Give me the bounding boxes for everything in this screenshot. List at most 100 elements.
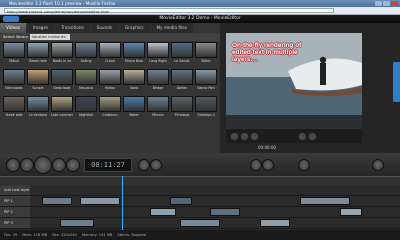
address-bar: http://www.cinecut.com/demo/moviemovieed… [0, 7, 400, 15]
media-thumbnail[interactable] [123, 96, 145, 112]
library-select[interactable]: Vacation memories [30, 34, 70, 40]
minimize-button[interactable] [375, 1, 382, 6]
undo-button[interactable] [250, 159, 262, 171]
thumbnail-label: La Ventana [28, 113, 48, 117]
media-thumbnail[interactable] [3, 96, 25, 112]
media-thumbnail[interactable] [123, 69, 145, 85]
timecode-display: 00:11:27 [84, 158, 132, 172]
window-title: Movieeditor 3.2 flash 10.1 preview - Moz… [9, 1, 116, 6]
status-mode: Memory: 141 MB [81, 233, 113, 237]
thumbnail-label: La Sendit [174, 59, 190, 63]
media-thumbnail[interactable] [147, 69, 169, 85]
media-thumbnail[interactable] [51, 69, 73, 85]
media-thumbnail[interactable] [27, 69, 49, 85]
thumbnail-label: Mitsui [9, 59, 19, 63]
thumbnail-label: Nice boats [5, 86, 23, 90]
play-pause-button[interactable] [34, 156, 52, 174]
close-button[interactable] [391, 1, 398, 6]
timeline-clip[interactable] [60, 219, 94, 227]
status-mem: Mem: 128 MB [22, 233, 48, 237]
media-thumbnail[interactable] [171, 42, 193, 58]
track-label: PIP 2 [0, 207, 30, 217]
status-state: Status: Stopped [117, 233, 147, 237]
forward-button[interactable] [250, 132, 259, 141]
timeline-tracks: Add new layer PIP 1 PIP 2 PIP 3 [0, 185, 400, 230]
volume-button[interactable] [308, 132, 317, 141]
media-thumbnail[interactable] [3, 42, 25, 58]
zoom-button[interactable] [298, 159, 310, 171]
track-row: Add new layer [0, 185, 400, 196]
thumbnail-label: Bridge [152, 86, 164, 90]
tab-transitions[interactable]: Transitions [55, 23, 90, 33]
skip-back-button[interactable] [6, 158, 20, 172]
tab-graphics[interactable]: Graphics [119, 23, 150, 33]
add-layer-button[interactable]: Add new layer [0, 185, 30, 195]
thumbnail-label: Steak wait [5, 113, 23, 117]
thumbnail-label: Sunset [32, 86, 44, 90]
media-thumbnail[interactable] [75, 96, 97, 112]
media-thumbnail[interactable] [51, 42, 73, 58]
status-bar: Fps: 29 Mem: 128 MB Res: 320x240 Memory:… [0, 230, 400, 240]
feedback-tab[interactable] [393, 62, 400, 102]
timeline-clip[interactable] [180, 219, 220, 227]
app-titlebar: MovieEditor 3.2 Demo - MovieEditor [0, 15, 400, 23]
media-thumbnail[interactable] [27, 96, 49, 112]
step-forward-button[interactable] [52, 158, 66, 172]
tab-my-media-files[interactable]: My media files [150, 23, 193, 33]
media-thumbnail[interactable] [147, 96, 169, 112]
timeline-clip[interactable] [80, 197, 120, 205]
media-thumbnail[interactable] [195, 96, 217, 112]
media-thumbnail[interactable] [171, 96, 193, 112]
thumbnail-label: Late summer [51, 113, 73, 117]
cut-button[interactable] [138, 159, 150, 171]
media-thumbnail[interactable] [147, 42, 169, 58]
media-thumbnail[interactable] [99, 42, 121, 58]
media-thumbnail[interactable] [195, 69, 217, 85]
thumbnail-label: Timelaps [174, 113, 190, 117]
tab-images[interactable]: Images [26, 23, 55, 33]
redo-button[interactable] [262, 159, 274, 171]
library-bar: Select library Vacation memories [0, 33, 220, 41]
thumbnail-label: Pouco Blue [124, 59, 144, 63]
media-thumbnail[interactable] [171, 69, 193, 85]
thumbnail-label: Billon [201, 59, 211, 63]
timeline-clip[interactable] [170, 197, 192, 205]
track-row: PIP 3 [0, 218, 400, 229]
media-thumbnail[interactable] [75, 69, 97, 85]
play-button[interactable] [240, 132, 249, 141]
url-input[interactable]: http://www.cinecut.com/demo/moviemovieed… [4, 8, 334, 14]
timeline-clip[interactable] [42, 197, 72, 205]
settings-button[interactable] [372, 159, 384, 171]
media-thumbnail[interactable] [51, 96, 73, 112]
rewind-button[interactable] [230, 132, 239, 141]
thumbnail-label: Sailing [80, 59, 92, 63]
playhead[interactable] [122, 176, 123, 230]
media-thumbnail[interactable] [27, 42, 49, 58]
timeline-clip[interactable] [340, 208, 362, 216]
media-thumbnail[interactable] [195, 42, 217, 58]
timeline-clip[interactable] [260, 219, 290, 227]
status-fps: Fps: 29 [4, 233, 18, 237]
split-button[interactable] [150, 159, 162, 171]
media-thumbnail[interactable] [123, 42, 145, 58]
media-thumbnail[interactable] [75, 42, 97, 58]
maximize-button[interactable] [383, 1, 390, 6]
library-label: Select library [3, 34, 29, 39]
timeline-clip[interactable] [210, 208, 240, 216]
media-thumbnail[interactable] [3, 69, 25, 85]
thumbnail-label: Sand [129, 86, 139, 90]
media-thumbnail[interactable] [99, 96, 121, 112]
tab-videos[interactable]: Videos [0, 23, 26, 33]
fullscreen-button[interactable] [298, 132, 307, 141]
skip-forward-button[interactable] [66, 158, 80, 172]
thumbnail-label: Vesusius [78, 86, 94, 90]
media-thumbnail[interactable] [99, 69, 121, 85]
thumbnail-label: Crane [105, 59, 115, 63]
timeline-clip[interactable] [150, 208, 176, 216]
tab-sounds[interactable]: Sounds [90, 23, 119, 33]
thumbnail-label: Vanna Port [197, 86, 215, 90]
timeline-clip[interactable] [300, 197, 350, 205]
step-back-button[interactable] [20, 158, 34, 172]
preview-time: 00:00:00 [258, 145, 276, 150]
thumbnail-label: Timelaps 2 [197, 113, 215, 117]
